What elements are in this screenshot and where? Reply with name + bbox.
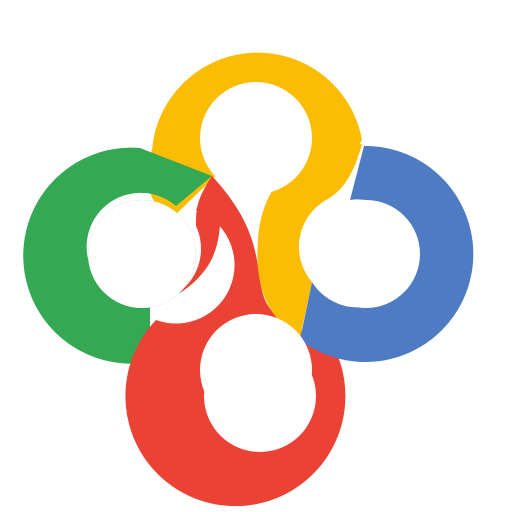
yellow-ring-hole [200,82,312,194]
blue-ring-hole [312,200,420,308]
green-ring-hole [88,200,196,308]
interlocking-rings-icon [23,52,474,507]
red-ring-hole [200,314,312,426]
logo [0,0,512,512]
